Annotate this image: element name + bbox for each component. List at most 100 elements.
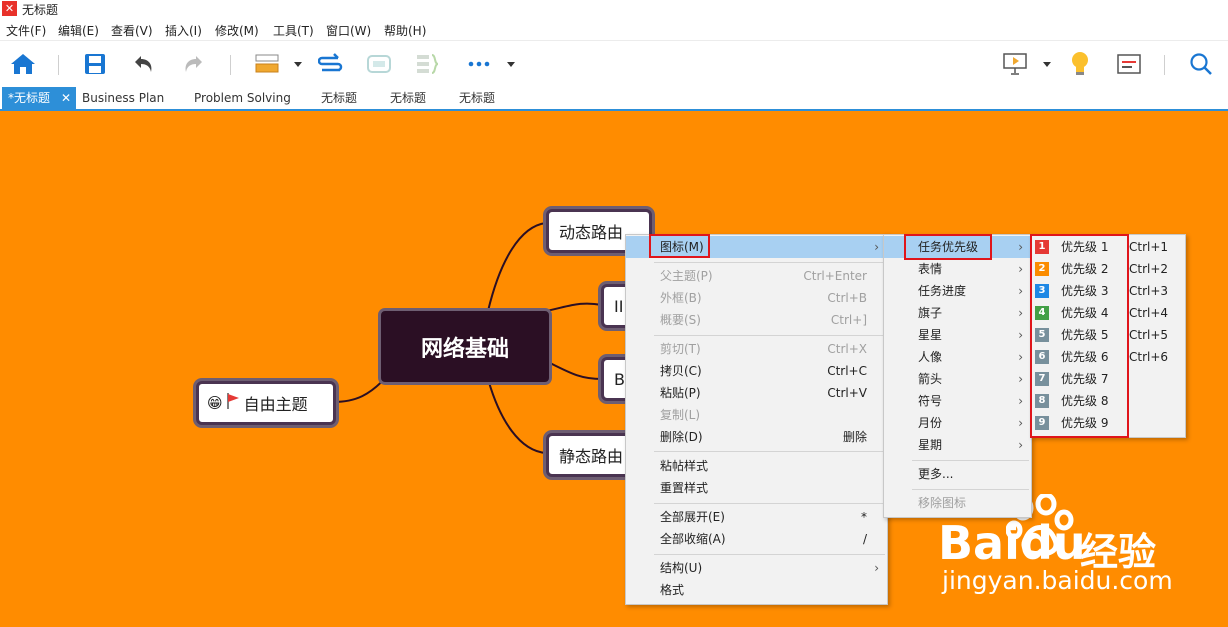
menu-item-boundary[interactable]: 外框(B) Ctrl+B xyxy=(626,287,887,309)
menu-modify[interactable]: 修改(M) xyxy=(215,22,259,39)
menu-item-paste[interactable]: 粘贴(P) Ctrl+V xyxy=(626,382,887,404)
menu-item-label: 粘贴(P) xyxy=(660,386,701,400)
menu-item-label: 外框(B) xyxy=(660,291,702,305)
annotation-highlight xyxy=(649,234,710,258)
menu-item-label: 父主题(P) xyxy=(660,269,713,283)
chevron-right-icon: › xyxy=(1018,394,1023,408)
chevron-right-icon: › xyxy=(1018,438,1023,452)
submenu-item-label: 更多... xyxy=(918,467,954,481)
central-topic[interactable]: 网络基础 xyxy=(378,308,552,385)
menu-item-cut[interactable]: 剪切(T) Ctrl+X xyxy=(626,338,887,360)
menu-item-reset-style[interactable]: 重置样式 xyxy=(626,477,887,499)
menu-item-expand-all[interactable]: 全部展开(E) * xyxy=(626,506,887,528)
submenu-item-label: 人像 xyxy=(918,350,943,364)
menu-item-shortcut: Ctrl+V xyxy=(827,386,867,400)
submenu-item-label: 移除图标 xyxy=(918,496,967,510)
tab-untitled-2[interactable]: 无标题 xyxy=(315,87,363,109)
watermark-brand-du: du xyxy=(1020,516,1086,570)
menu-item-shortcut: Ctrl+C xyxy=(827,364,867,378)
boundary-icon[interactable] xyxy=(364,49,394,79)
submenu-item-label: 星星 xyxy=(918,328,943,342)
tab-untitled-active[interactable]: *无标题 ✕ xyxy=(2,87,76,109)
submenu-item-symbol[interactable]: 符号 › xyxy=(884,390,1031,412)
submenu-item-more[interactable]: 更多... xyxy=(884,463,1031,485)
menu-item-summary[interactable]: 概要(S) Ctrl+] xyxy=(626,309,887,331)
submenu-item-week[interactable]: 星期 › xyxy=(884,434,1031,456)
menu-file[interactable]: 文件(F) xyxy=(6,22,46,39)
menu-item-delete[interactable]: 删除(D) 删除 xyxy=(626,426,887,448)
tab-problem-solving[interactable]: Problem Solving xyxy=(188,87,297,109)
insert-topic-icon[interactable] xyxy=(252,49,282,79)
more-icon[interactable] xyxy=(464,49,494,79)
presentation-icon[interactable] xyxy=(1000,49,1030,79)
submenu-item-people[interactable]: 人像 › xyxy=(884,346,1031,368)
watermark-url: jingyan.baidu.com xyxy=(942,566,1173,595)
menu-item-paste-style[interactable]: 粘帖样式 xyxy=(626,455,887,477)
submenu-item-arrow[interactable]: 箭头 › xyxy=(884,368,1031,390)
submenu-item-task-progress[interactable]: 任务进度 › xyxy=(884,280,1031,302)
submenu-item-label: 箭头 xyxy=(918,372,943,386)
home-icon[interactable] xyxy=(8,49,38,79)
free-topic[interactable]: 😁 自由主题 xyxy=(196,381,336,425)
relationship-icon[interactable] xyxy=(316,49,346,79)
lightbulb-icon[interactable] xyxy=(1065,49,1095,79)
submenu-item-star[interactable]: 星星 › xyxy=(884,324,1031,346)
menu-item-shortcut: / xyxy=(862,532,867,546)
submenu-item-emotion[interactable]: 表情 › xyxy=(884,258,1031,280)
chevron-right-icon: › xyxy=(874,240,879,254)
chevron-down-icon[interactable] xyxy=(1043,62,1051,67)
submenu-item-remove-icon[interactable]: 移除图标 xyxy=(884,492,1031,514)
menu-item-label: 剪切(T) xyxy=(660,342,701,356)
submenu-item-label: 任务进度 xyxy=(918,284,967,298)
smiley-icon: 😁 xyxy=(207,394,223,412)
menu-view[interactable]: 查看(V) xyxy=(111,22,153,39)
context-menu: 图标(M) › 父主题(P) Ctrl+Enter 外框(B) Ctrl+B 概… xyxy=(625,234,888,605)
app-logo-icon: ✕ xyxy=(2,1,17,16)
tab-untitled-3[interactable]: 无标题 xyxy=(384,87,432,109)
chevron-right-icon: › xyxy=(1018,350,1023,364)
menu-window[interactable]: 窗口(W) xyxy=(326,22,371,39)
chevron-right-icon: › xyxy=(1018,328,1023,342)
menu-item-collapse-all[interactable]: 全部收缩(A) / xyxy=(626,528,887,550)
document-tabs: *无标题 ✕ Business Plan Problem Solving 无标题… xyxy=(0,87,1228,109)
menu-item-shortcut: 删除 xyxy=(842,430,867,444)
submenu-item-label: 星期 xyxy=(918,438,943,452)
chevron-right-icon: › xyxy=(1018,240,1023,254)
save-icon[interactable] xyxy=(80,49,110,79)
menu-item-shortcut: Ctrl+B xyxy=(827,291,867,305)
submenu-item-flag[interactable]: 旗子 › xyxy=(884,302,1031,324)
menu-tools[interactable]: 工具(T) xyxy=(273,22,314,39)
summary-icon[interactable] xyxy=(412,49,442,79)
chevron-down-icon[interactable] xyxy=(507,62,515,67)
chevron-right-icon: › xyxy=(1018,372,1023,386)
menu-item-label: 概要(S) xyxy=(660,313,701,327)
menu-separator xyxy=(654,503,885,504)
menu-item-label: 全部展开(E) xyxy=(660,510,725,524)
menu-item-format[interactable]: 格式 xyxy=(626,579,887,601)
submenu-item-month[interactable]: 月份 › xyxy=(884,412,1031,434)
submenu-item-label: 表情 xyxy=(918,262,943,276)
menu-item-parent-topic[interactable]: 父主题(P) Ctrl+Enter xyxy=(626,265,887,287)
search-icon[interactable] xyxy=(1186,49,1216,79)
menu-help[interactable]: 帮助(H) xyxy=(384,22,426,39)
annotation-highlight xyxy=(1030,234,1129,438)
priority-shortcut: Ctrl+1 xyxy=(1129,240,1169,254)
window-title: 无标题 xyxy=(22,3,59,17)
menu-item-copy[interactable]: 拷贝(C) Ctrl+C xyxy=(626,360,887,382)
menu-item-label: 全部收缩(A) xyxy=(660,532,726,546)
menu-separator xyxy=(912,489,1029,490)
menu-insert[interactable]: 插入(I) xyxy=(165,22,202,39)
menu-edit[interactable]: 编辑(E) xyxy=(58,22,99,39)
close-icon[interactable]: ✕ xyxy=(61,87,71,109)
format-panel-icon[interactable] xyxy=(1114,49,1144,79)
chevron-right-icon: › xyxy=(1018,416,1023,430)
chevron-down-icon[interactable] xyxy=(294,62,302,67)
menu-item-label: 重置样式 xyxy=(660,481,709,495)
tab-label: *无标题 xyxy=(8,91,51,105)
redo-icon[interactable] xyxy=(178,49,208,79)
menu-item-structure[interactable]: 结构(U) › xyxy=(626,557,887,579)
tab-untitled-4[interactable]: 无标题 xyxy=(453,87,501,109)
menu-item-duplicate[interactable]: 复制(L) xyxy=(626,404,887,426)
tab-business-plan[interactable]: Business Plan xyxy=(76,87,170,109)
undo-icon[interactable] xyxy=(129,49,159,79)
